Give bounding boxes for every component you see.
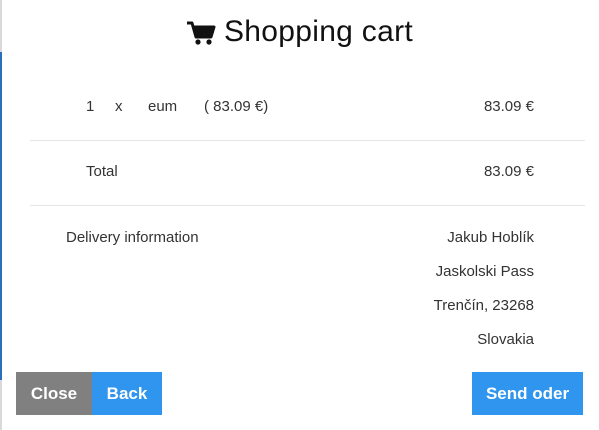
delivery-info-label: Delivery information <box>66 229 199 246</box>
delivery-street: Jaskolski Pass <box>435 263 534 280</box>
back-button[interactable]: Back <box>92 372 162 415</box>
modal-header: Shopping cart <box>0 8 599 56</box>
item-times-sign: x <box>115 98 123 115</box>
delivery-city: Trenčín, 23268 <box>433 297 534 314</box>
total-label: Total <box>86 163 118 180</box>
total-row: Total 83.09 € <box>30 163 585 185</box>
delivery-country: Slovakia <box>477 331 534 348</box>
divider <box>30 205 585 206</box>
cart-item-row: 1 x eum ( 83.09 €) 83.09 € <box>30 98 585 120</box>
divider <box>30 140 585 141</box>
item-quantity: 1 <box>86 98 95 115</box>
item-name: eum <box>148 98 178 115</box>
shopping-cart-icon <box>186 21 216 45</box>
backdrop-edge-accent <box>0 52 2 380</box>
backdrop-edge <box>0 0 2 430</box>
item-unit-price: ( 83.09 €) <box>204 98 269 115</box>
send-order-button[interactable]: Send oder <box>472 372 583 415</box>
total-amount: 83.09 € <box>483 163 534 180</box>
page-title: Shopping cart <box>223 15 414 48</box>
close-button[interactable]: Close <box>16 372 92 415</box>
delivery-name: Jakub Hoblík <box>447 229 534 246</box>
item-amount: 83.09 € <box>483 98 534 115</box>
